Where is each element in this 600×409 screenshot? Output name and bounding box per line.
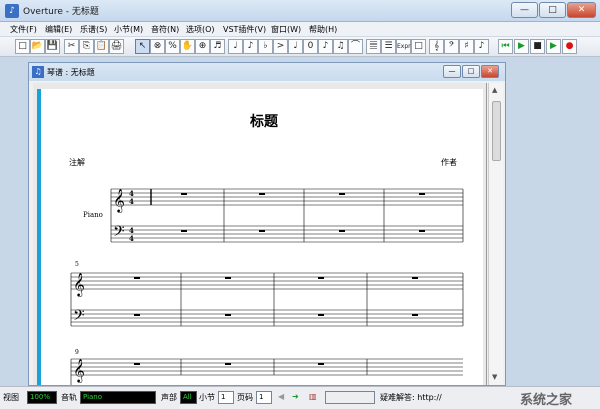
paste-icon[interactable]: 📋 [94, 39, 109, 54]
play-from-start-icon[interactable]: ▶ [514, 39, 529, 54]
stop-icon[interactable]: ■ [530, 39, 545, 54]
open-icon[interactable]: 📂 [30, 39, 45, 54]
hint-label: 疑难解答: http:// [380, 393, 442, 402]
voice-select[interactable]: All [180, 391, 197, 404]
system-3 [70, 358, 463, 385]
fingering-icon[interactable]: 0 [303, 39, 318, 54]
overture-app-icon[interactable]: ♪ [5, 4, 19, 18]
score-window-title: 琴谱 : 无标题 [47, 68, 95, 77]
bass-clef: 𝄢 [73, 307, 85, 328]
mdi-workspace: ♫ 琴谱 : 无标题 — □ ✕ 标题 注解 作者 Piano 5 9 𝄞 𝄢 … [0, 57, 600, 386]
staff-icon[interactable]: 𝄚 [366, 39, 381, 54]
menu-edit[interactable]: 编辑(E) [45, 24, 72, 35]
menu-window[interactable]: 窗口(W) [271, 24, 301, 35]
bass-clef: 𝄢 [113, 223, 125, 244]
record-icon[interactable]: ● [562, 39, 577, 54]
score-window: ♫ 琴谱 : 无标题 — □ ✕ 标题 注解 作者 Piano 5 9 𝄞 𝄢 … [28, 62, 506, 386]
view-label: 视图 [3, 393, 19, 402]
watermark-text: 系统之家 [520, 393, 573, 408]
eighth-note-icon[interactable]: ♪ [243, 39, 258, 54]
maximize-button[interactable]: □ [539, 2, 566, 18]
menu-file[interactable]: 文件(F) [10, 24, 37, 35]
rewind-icon[interactable]: ⏮ [498, 39, 513, 54]
play-icon[interactable]: ▶ [546, 39, 561, 54]
treble-clef: 𝄞 [73, 358, 85, 383]
slur-icon[interactable]: ⌒ [348, 39, 363, 54]
title-bar: ♪ Overture - 无标题 — □ ✕ [0, 0, 600, 22]
menu-options[interactable]: 选项(O) [186, 24, 215, 35]
percent-icon[interactable]: % [165, 39, 180, 54]
expression-icon[interactable]: Expr [396, 39, 411, 54]
beam-icon[interactable]: ♫ [333, 39, 348, 54]
copy-icon[interactable]: ⎘ [79, 39, 94, 54]
quarter-note-icon[interactable]: ♩ [228, 39, 243, 54]
voice-label: 声部 [161, 393, 177, 402]
menu-vst[interactable]: VST插件(V) [223, 24, 266, 35]
status-bar: 视图 100% 音轨 Piano 声部 All 小节 1 页码 1 ◀ ➜ ▥ … [0, 386, 600, 409]
accent-icon[interactable]: > [273, 39, 288, 54]
grace-note-icon[interactable]: ♪ [318, 39, 333, 54]
treble-clef: 𝄞 [113, 188, 125, 213]
score-close-button[interactable]: ✕ [481, 65, 499, 78]
track-label: 音轨 [61, 393, 77, 402]
track-select[interactable]: Piano [80, 391, 156, 404]
speaker-icon[interactable]: ♬ [210, 39, 225, 54]
flat-icon[interactable]: ♭ [258, 39, 273, 54]
score-window-titlebar[interactable]: ♫ 琴谱 : 无标题 — □ ✕ [29, 63, 505, 81]
cut-icon[interactable]: ✂ [64, 39, 79, 54]
menu-bar: 文件(F) 编辑(E) 乐谱(S) 小节(M) 音符(N) 选项(O) VST插… [0, 22, 600, 37]
hand-icon[interactable]: ✋ [180, 39, 195, 54]
score-staves: 𝄞 𝄢 4 4 4 4 𝄞 𝄢 𝄞 [70, 188, 464, 385]
new-icon[interactable]: □ [15, 39, 30, 54]
back-arrow-icon[interactable]: ◀ [278, 392, 284, 401]
system-2 [70, 272, 464, 327]
scroll-thumb[interactable] [492, 101, 501, 161]
page-field[interactable]: 1 [256, 391, 272, 404]
menu-note[interactable]: 音符(N) [151, 24, 179, 35]
sharp-icon[interactable]: ♯ [459, 39, 474, 54]
bass-clef-icon[interactable]: 𝄢 [444, 39, 459, 54]
time-sig-bottom: 4 [129, 234, 134, 243]
zoom-icon[interactable]: ⊕ [195, 39, 210, 54]
menu-score[interactable]: 乐谱(S) [80, 24, 107, 35]
note-entry-icon[interactable]: ♪ [474, 39, 489, 54]
minimize-button[interactable]: — [511, 2, 538, 18]
treble-clef: 𝄞 [73, 272, 85, 297]
save-icon[interactable]: 💾 [45, 39, 60, 54]
measure-field[interactable]: 1 [218, 391, 234, 404]
lines-icon[interactable]: ☰ [381, 39, 396, 54]
scroll-down-icon[interactable]: ▼ [492, 373, 497, 381]
system-1 [110, 188, 464, 243]
select-arrow-icon[interactable]: ↖ [135, 39, 150, 54]
menu-help[interactable]: 帮助(H) [309, 24, 337, 35]
box-icon[interactable]: □ [411, 39, 426, 54]
print-icon[interactable]: 🖨 [109, 39, 124, 54]
score-viewport[interactable]: 标题 注解 作者 Piano 5 9 𝄞 𝄢 4 4 4 4 𝄞 𝄢 𝄞 [33, 83, 487, 385]
forward-arrow-icon[interactable]: ➜ [292, 392, 299, 401]
treble-clef-icon[interactable]: 𝄞 [429, 39, 444, 54]
erase-icon[interactable]: ⊗ [150, 39, 165, 54]
scroll-up-icon[interactable]: ▲ [492, 86, 497, 94]
toolbar: □ 📂 💾 ✂ ⎘ 📋 🖨 ↖ ⊗ % ✋ ⊕ ♬ ♩ ♪ ♭ > ♩ 0 ♪ … [0, 37, 600, 57]
score-minimize-button[interactable]: — [443, 65, 461, 78]
status-blank-field [325, 391, 375, 404]
menu-measure[interactable]: 小节(M) [114, 24, 143, 35]
staccato-icon[interactable]: ♩ [288, 39, 303, 54]
score-doc-icon: ♫ [32, 66, 44, 78]
close-button[interactable]: ✕ [567, 2, 596, 18]
score-maximize-button[interactable]: □ [462, 65, 480, 78]
vertical-scrollbar[interactable]: ▲ ▼ [488, 83, 503, 385]
page-label: 页码 [237, 393, 253, 402]
score-page: 标题 注解 作者 Piano 5 9 𝄞 𝄢 4 4 4 4 𝄞 𝄢 𝄞 [37, 89, 483, 385]
piano-roll-icon[interactable]: ▥ [309, 392, 317, 401]
measure-label: 小节 [199, 393, 215, 402]
time-sig-bottom: 4 [129, 197, 134, 206]
zoom-select[interactable]: 100% [27, 391, 57, 404]
window-title: Overture - 无标题 [23, 7, 99, 17]
